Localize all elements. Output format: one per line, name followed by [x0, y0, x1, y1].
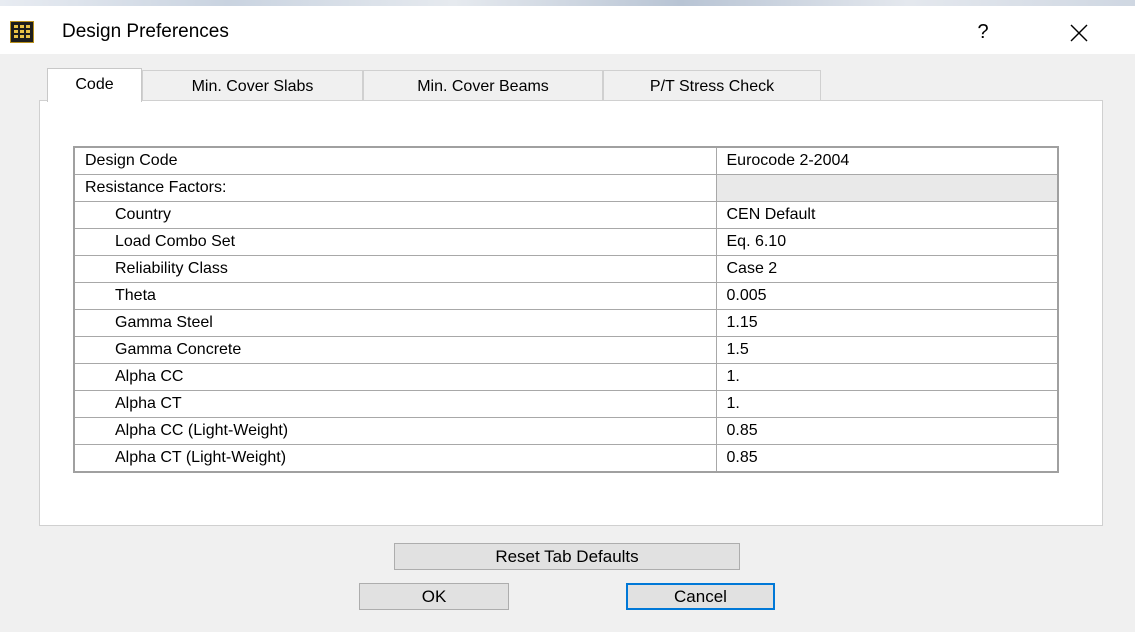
grid-row-value[interactable]: 1.15 [715, 309, 1059, 337]
grid-row-value[interactable]: Eq. 6.10 [715, 228, 1059, 256]
grid-row: Resistance Factors: [73, 174, 1059, 202]
grid-row-label: Gamma Steel [73, 309, 717, 337]
grid-row-label: Load Combo Set [73, 228, 717, 256]
grid-row-value[interactable]: Eurocode 2-2004 [715, 146, 1059, 175]
grid-row[interactable]: Alpha CT (Light-Weight) 0.85 [73, 444, 1059, 473]
title-bar[interactable]: Design Preferences ? [0, 6, 1135, 54]
grid-row[interactable]: Load Combo Set Eq. 6.10 [73, 228, 1059, 256]
tab-min-cover-beams[interactable]: Min. Cover Beams [363, 70, 603, 101]
tab-min-cover-slabs[interactable]: Min. Cover Slabs [142, 70, 363, 101]
cancel-button[interactable]: Cancel [626, 583, 775, 610]
grid-row-value[interactable]: 1.5 [715, 336, 1059, 364]
grid-row-value[interactable]: 1. [715, 363, 1059, 391]
ok-button[interactable]: OK [359, 583, 509, 610]
grid-row-value [715, 174, 1059, 202]
app-icon [10, 21, 34, 43]
grid-row-label: Reliability Class [73, 255, 717, 283]
grid-row-label: Design Code [73, 146, 717, 175]
close-icon [1070, 24, 1088, 42]
reset-tab-defaults-button[interactable]: Reset Tab Defaults [394, 543, 740, 570]
grid-row[interactable]: Country CEN Default [73, 201, 1059, 229]
close-button[interactable] [1062, 16, 1096, 50]
tab-code[interactable]: Code [47, 68, 142, 102]
grid-row[interactable]: Alpha CT 1. [73, 390, 1059, 418]
grid-row-value[interactable]: 1. [715, 390, 1059, 418]
grid-row[interactable]: Gamma Steel 1.15 [73, 309, 1059, 337]
grid-row-value[interactable]: 0.005 [715, 282, 1059, 310]
grid-row-label: Alpha CC (Light-Weight) [73, 417, 717, 445]
grid-section-label: Resistance Factors: [73, 174, 717, 202]
grid-row-value[interactable]: 0.85 [715, 444, 1059, 473]
grid-row-label: Country [73, 201, 717, 229]
grid-row-value[interactable]: Case 2 [715, 255, 1059, 283]
grid-row-value[interactable]: 0.85 [715, 417, 1059, 445]
tab-pt-stress-check[interactable]: P/T Stress Check [603, 70, 821, 101]
grid-row[interactable]: Gamma Concrete 1.5 [73, 336, 1059, 364]
grid-row[interactable]: Alpha CC (Light-Weight) 0.85 [73, 417, 1059, 445]
grid-row-label: Theta [73, 282, 717, 310]
design-preferences-grid: Design Code Eurocode 2-2004 Resistance F… [73, 146, 1059, 473]
grid-row-label: Gamma Concrete [73, 336, 717, 364]
grid-row[interactable]: Alpha CC 1. [73, 363, 1059, 391]
help-button[interactable]: ? [968, 17, 998, 47]
window-title: Design Preferences [62, 21, 229, 42]
grid-row-label: Alpha CT [73, 390, 717, 418]
grid-row-label: Alpha CC [73, 363, 717, 391]
grid-row[interactable]: Reliability Class Case 2 [73, 255, 1059, 283]
grid-row[interactable]: Design Code Eurocode 2-2004 [73, 146, 1059, 175]
grid-row[interactable]: Theta 0.005 [73, 282, 1059, 310]
grid-row-value[interactable]: CEN Default [715, 201, 1059, 229]
grid-row-label: Alpha CT (Light-Weight) [73, 444, 717, 473]
